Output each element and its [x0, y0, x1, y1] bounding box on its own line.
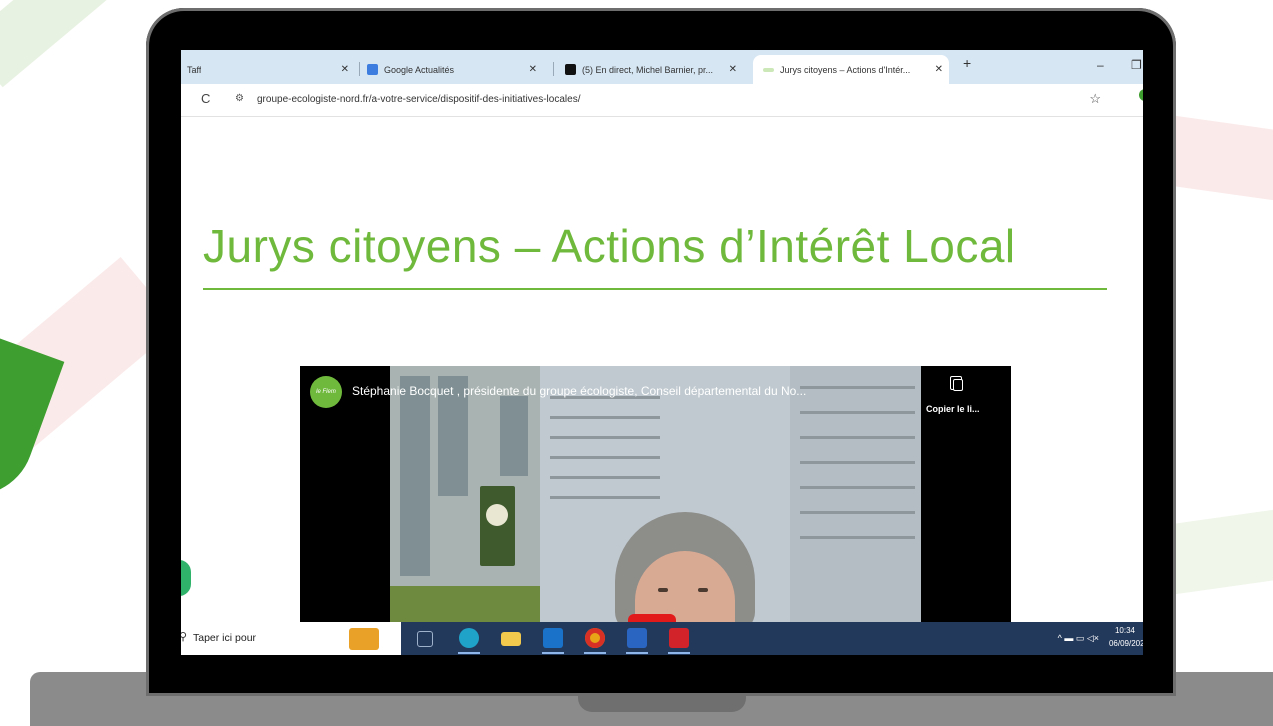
- tab-taff[interactable]: Taff ✕: [187, 55, 355, 84]
- person-eye: [698, 588, 708, 592]
- search-placeholder: Taper ici pour: [193, 632, 257, 644]
- person-shirt: [628, 614, 676, 622]
- louver: [550, 496, 660, 499]
- channel-logo[interactable]: le Flem: [310, 376, 342, 408]
- word-icon[interactable]: [627, 628, 647, 648]
- title-divider: [203, 288, 1107, 290]
- active-indicator: [584, 652, 606, 654]
- window: [500, 396, 528, 476]
- louver: [800, 486, 915, 489]
- video-player[interactable]: le Flem Stéphanie Bocquet , présidente d…: [300, 366, 1011, 622]
- copy-link-icon[interactable]: [950, 376, 963, 391]
- bookmark-star-icon[interactable]: ☆: [1089, 91, 1101, 107]
- tab-label: Taff: [187, 64, 202, 75]
- page-title: Jurys citoyens – Actions d’Intérêt Local: [203, 219, 1016, 272]
- person-eye: [658, 588, 668, 592]
- close-icon[interactable]: ✕: [529, 64, 537, 75]
- louver: [550, 416, 660, 419]
- file-explorer-icon[interactable]: [501, 632, 521, 646]
- building-wall: [790, 366, 921, 622]
- tab-label: Jurys citoyens – Actions d'Intér...: [780, 64, 911, 75]
- tab-separator: [359, 62, 360, 76]
- door-sign: [486, 504, 508, 526]
- close-icon[interactable]: ✕: [729, 64, 737, 75]
- louver: [800, 536, 915, 539]
- background-stripe: [0, 0, 156, 88]
- video-frame: [390, 366, 921, 622]
- ecologiste-icon: [763, 67, 774, 72]
- minimize-button[interactable]: –: [1097, 58, 1104, 72]
- active-indicator: [542, 652, 564, 654]
- louver: [800, 436, 915, 439]
- restore-button[interactable]: ❐: [1131, 58, 1142, 72]
- url-text[interactable]: groupe-ecologiste-nord.fr/a-votre-servic…: [257, 94, 580, 105]
- tab-google-actualites[interactable]: Google Actualités ✕: [367, 55, 543, 84]
- tab-en-direct[interactable]: (5) En direct, Michel Barnier, pr... ✕: [565, 55, 743, 84]
- google-news-icon: [367, 64, 378, 75]
- taskbar-search[interactable]: ⚲ Taper ici pour: [181, 622, 401, 655]
- tab-separator: [553, 62, 554, 76]
- site-info-icon[interactable]: ⚙: [235, 93, 244, 104]
- louver: [800, 511, 915, 514]
- active-indicator: [626, 652, 648, 654]
- clock-date[interactable]: 06/09/2024: [1109, 639, 1143, 648]
- new-tab-button[interactable]: +: [963, 55, 971, 71]
- louver: [800, 461, 915, 464]
- system-tray[interactable]: ^ ▬ ▭ ◁×: [1058, 633, 1099, 644]
- profile-avatar[interactable]: [1139, 89, 1143, 101]
- briefcase-app-icon[interactable]: [349, 628, 379, 650]
- task-view-icon[interactable]: [417, 631, 433, 647]
- browser-toolbar: C ⚙ groupe-ecologiste-nord.fr/a-votre-se…: [181, 84, 1143, 117]
- tab-jurys-citoyens[interactable]: Jurys citoyens – Actions d'Intér... ✕: [753, 55, 949, 84]
- outlook-icon[interactable]: [543, 628, 563, 648]
- reload-icon[interactable]: C: [201, 91, 210, 106]
- door: [480, 486, 515, 566]
- window: [400, 376, 430, 576]
- windows-taskbar: ⚲ Taper ici pour ^ ▬ ▭ ◁× 10:34 06/09/20…: [181, 622, 1143, 655]
- browser-tab-strip: Taff ✕ Google Actualités ✕ (5) En direct…: [181, 50, 1143, 84]
- louver: [550, 436, 660, 439]
- clock-time[interactable]: 10:34: [1115, 626, 1135, 635]
- active-indicator: [668, 652, 690, 654]
- laptop-screen: Taff ✕ Google Actualités ✕ (5) En direct…: [181, 50, 1143, 655]
- tab-label: Google Actualités: [384, 64, 455, 75]
- search-icon: ⚲: [181, 631, 188, 643]
- chrome-icon[interactable]: [585, 628, 605, 648]
- tab-label: (5) En direct, Michel Barnier, pr...: [582, 64, 714, 75]
- edge-icon[interactable]: [459, 628, 479, 648]
- close-icon[interactable]: ✕: [935, 64, 943, 75]
- louver: [550, 476, 660, 479]
- active-indicator: [458, 652, 480, 654]
- close-icon[interactable]: ✕: [341, 64, 349, 75]
- floating-action-button[interactable]: [181, 560, 191, 596]
- address-bar[interactable]: ⚙ groupe-ecologiste-nord.fr/a-votre-serv…: [227, 89, 1127, 111]
- video-title[interactable]: Stéphanie Bocquet , présidente du groupe…: [352, 384, 922, 398]
- copy-link-label[interactable]: Copier le li...: [926, 404, 980, 414]
- louver: [550, 456, 660, 459]
- news-site-icon: [565, 64, 576, 75]
- acrobat-icon[interactable]: [669, 628, 689, 648]
- louver: [800, 411, 915, 414]
